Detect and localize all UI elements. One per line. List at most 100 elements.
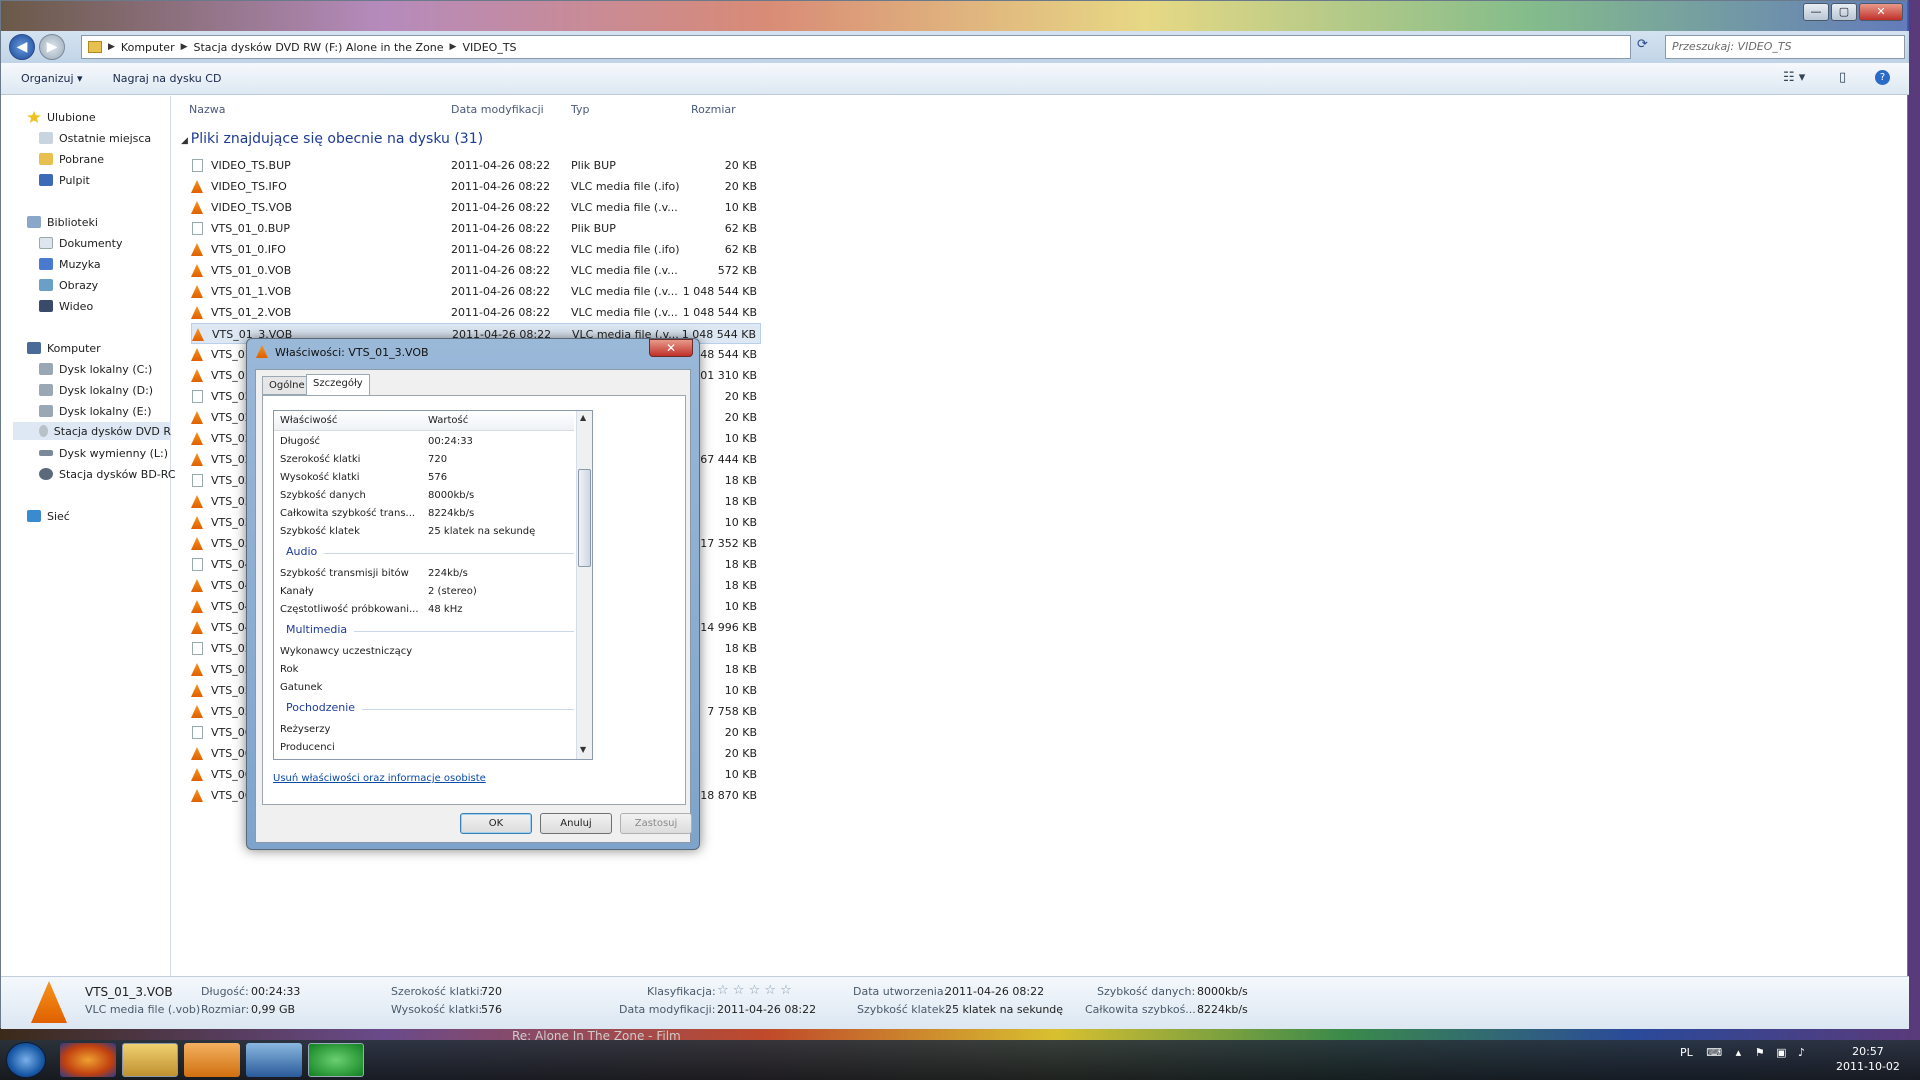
sidebar-item-drive-d[interactable]: Dysk lokalny (D:) bbox=[39, 381, 153, 399]
column-size[interactable]: Rozmiar bbox=[691, 103, 736, 116]
file-row[interactable]: VTS_01_2.VOB 2011-04-26 08:22 VLC media fi… bbox=[191, 302, 761, 323]
back-arrow-icon[interactable]: ◀ bbox=[9, 34, 35, 60]
explorer-taskbar-icon[interactable] bbox=[122, 1043, 178, 1077]
property-row[interactable]: Wysokość klatki 576 bbox=[274, 469, 574, 487]
ok-button[interactable]: OK bbox=[460, 813, 532, 834]
apply-button[interactable]: Zastosuj bbox=[620, 813, 692, 834]
sidebar-item-drive-e[interactable]: Dysk lokalny (E:) bbox=[39, 402, 152, 420]
refresh-icon[interactable]: ⟳ bbox=[1637, 37, 1657, 57]
details-length: 00:24:33 bbox=[251, 985, 301, 998]
file-row[interactable]: VTS_01_0.BUP 2011-04-26 08:22 Plik BUP 62 K… bbox=[191, 218, 761, 239]
breadcrumb-computer[interactable]: Komputer bbox=[121, 41, 175, 54]
group-header[interactable]: ◢ Pliki znajdujące się obecnie na dysku … bbox=[181, 131, 483, 147]
file-date: 2011-04-26 08:22 bbox=[451, 159, 551, 172]
preview-pane-icon[interactable]: ▯ bbox=[1839, 70, 1846, 85]
property-row[interactable]: Całkowita szybkość trans... 8224kb/s bbox=[274, 505, 574, 523]
vlc-file-icon bbox=[191, 705, 203, 718]
sidebar-item-documents[interactable]: Dokumenty bbox=[39, 234, 122, 252]
network-tray-icon[interactable]: ▣ bbox=[1776, 1046, 1786, 1059]
property-row[interactable]: Szerokość klatki 720 bbox=[274, 451, 574, 469]
view-options-icon[interactable]: ☷ ▾ bbox=[1783, 70, 1805, 85]
media-player-icon[interactable] bbox=[184, 1043, 240, 1077]
scroll-down-arrow-icon[interactable]: ▼ bbox=[580, 745, 586, 754]
firefox-icon[interactable] bbox=[60, 1043, 116, 1077]
details-filename: VTS_01_3.VOB bbox=[85, 985, 173, 999]
property-row[interactable]: Reżyserzy bbox=[274, 721, 574, 739]
sidebar-item-dvd-drive[interactable]: Stacja dysków DVD R bbox=[13, 422, 171, 440]
file-size: 14 996 KB bbox=[700, 621, 757, 634]
file-row[interactable]: VTS_01_0.IFO 2011-04-26 08:22 VLC media fi… bbox=[191, 239, 761, 260]
search-input[interactable]: Przeszukaj: VIDEO_TS bbox=[1665, 35, 1905, 59]
sidebar-item-desktop[interactable]: Pulpit bbox=[39, 171, 90, 189]
maximize-button[interactable]: ▢ bbox=[1831, 3, 1857, 21]
clock[interactable]: 20:57 2011-10-02 bbox=[1836, 1044, 1900, 1074]
column-property[interactable]: Właściwość bbox=[280, 415, 337, 426]
tab-details[interactable]: Szczegóły bbox=[306, 374, 370, 396]
file-row[interactable]: VIDEO_TS.BUP 2011-04-26 08:22 Plik BUP 20 K… bbox=[191, 155, 761, 176]
sidebar-item-drive-c[interactable]: Dysk lokalny (C:) bbox=[39, 360, 152, 378]
column-type[interactable]: Typ bbox=[571, 103, 590, 116]
scrollbar[interactable]: ▲ ▼ bbox=[576, 411, 592, 759]
wtw-icon[interactable] bbox=[246, 1043, 302, 1077]
vlc-file-icon bbox=[191, 621, 203, 634]
property-row[interactable]: Szybkość transmisji bitów 224kb/s bbox=[274, 565, 574, 583]
keyboard-icon[interactable]: ⌨ bbox=[1706, 1046, 1722, 1059]
sidebar-item-pictures[interactable]: Obrazy bbox=[39, 276, 98, 294]
column-name[interactable]: Nazwa bbox=[189, 103, 225, 116]
column-value[interactable]: Wartość bbox=[428, 415, 468, 426]
flag-icon[interactable]: ⚑ bbox=[1755, 1046, 1765, 1059]
property-row[interactable]: Szybkość klatek 25 klatek na sekundę bbox=[274, 523, 574, 541]
file-type: Plik BUP bbox=[571, 222, 616, 235]
scroll-thumb[interactable] bbox=[578, 469, 591, 567]
file-row[interactable]: VTS_01_0.VOB 2011-04-26 08:22 VLC media fi… bbox=[191, 260, 761, 281]
property-row[interactable]: Rok bbox=[274, 661, 574, 679]
forward-arrow-icon[interactable]: ▶ bbox=[39, 34, 65, 60]
dialog-close-button[interactable]: ✕ bbox=[649, 339, 693, 357]
file-row[interactable]: VIDEO_TS.VOB 2011-04-26 08:22 VLC media fi… bbox=[191, 197, 761, 218]
rating-stars[interactable]: ☆ ☆ ☆ ☆ ☆ bbox=[717, 983, 792, 998]
tray-expand-icon[interactable]: ▴ bbox=[1736, 1046, 1742, 1059]
collapse-triangle-icon[interactable]: ◢ bbox=[181, 136, 191, 146]
sidebar-computer[interactable]: Komputer bbox=[27, 339, 101, 357]
volume-icon[interactable]: ♪ bbox=[1798, 1046, 1805, 1059]
sidebar-item-videos[interactable]: Wideo bbox=[39, 297, 93, 315]
sidebar-item-removable[interactable]: Dysk wymienny (L:) bbox=[39, 444, 168, 462]
sidebar-item-downloads[interactable]: Pobrane bbox=[39, 150, 104, 168]
file-row[interactable]: VIDEO_TS.IFO 2011-04-26 08:22 VLC media fi… bbox=[191, 176, 761, 197]
organize-button[interactable]: Organizuj ▾ bbox=[21, 72, 83, 85]
scroll-up-arrow-icon[interactable]: ▲ bbox=[580, 413, 586, 422]
property-row[interactable]: Długość 00:24:33 bbox=[274, 433, 574, 451]
property-name: Szybkość klatek bbox=[280, 526, 360, 537]
file-row[interactable]: VTS_01_1.VOB 2011-04-26 08:22 VLC media fi… bbox=[191, 281, 761, 302]
address-bar[interactable]: ▶ Komputer ▶ Stacja dysków DVD RW (F:) A… bbox=[81, 35, 1631, 59]
sidebar-item-recent[interactable]: Ostatnie miejsca bbox=[39, 129, 151, 147]
title-bar[interactable]: — ▢ ✕ bbox=[1, 1, 1909, 31]
remove-properties-link[interactable]: Usuń właściwości oraz informacje osobist… bbox=[273, 773, 486, 784]
burn-cd-button[interactable]: Nagraj na dysku CD bbox=[113, 72, 222, 85]
property-name: Długość bbox=[280, 436, 321, 447]
breadcrumb-video-ts[interactable]: VIDEO_TS bbox=[462, 41, 516, 54]
property-row[interactable]: Szybkość danych 8000kb/s bbox=[274, 487, 574, 505]
minimize-button[interactable]: — bbox=[1803, 3, 1829, 21]
close-button[interactable]: ✕ bbox=[1859, 3, 1903, 21]
sidebar-libraries[interactable]: Biblioteki bbox=[27, 213, 98, 231]
tab-general[interactable]: Ogólne bbox=[262, 376, 312, 395]
property-row[interactable]: Kanały 2 (stereo) bbox=[274, 583, 574, 601]
property-row[interactable]: Gatunek bbox=[274, 679, 574, 697]
breadcrumb-dvd-drive[interactable]: Stacja dysków DVD RW (F:) Alone in the Z… bbox=[194, 41, 444, 54]
start-button-icon[interactable] bbox=[6, 1042, 46, 1078]
property-row[interactable]: Częstotliwość próbkowani... 48 kHz bbox=[274, 601, 574, 619]
help-icon[interactable]: ? bbox=[1875, 70, 1890, 85]
sidebar-favorites[interactable]: Ulubione bbox=[27, 108, 96, 126]
language-indicator[interactable]: PL bbox=[1680, 1046, 1693, 1059]
sidebar-item-bd-drive[interactable]: Stacja dysków BD-RC bbox=[39, 465, 176, 483]
file-name: VTS_01_1.VOB bbox=[211, 285, 292, 298]
cancel-button[interactable]: Anuluj bbox=[540, 813, 612, 834]
sidebar-network[interactable]: Sieć bbox=[27, 507, 70, 525]
sidebar-item-music[interactable]: Muzyka bbox=[39, 255, 101, 273]
file-icon bbox=[192, 390, 203, 403]
property-row[interactable]: Wykonawcy uczestniczący bbox=[274, 643, 574, 661]
property-row[interactable]: Producenci bbox=[274, 739, 574, 757]
utorrent-icon[interactable] bbox=[308, 1043, 364, 1077]
column-date[interactable]: Data modyfikacji bbox=[451, 103, 544, 116]
